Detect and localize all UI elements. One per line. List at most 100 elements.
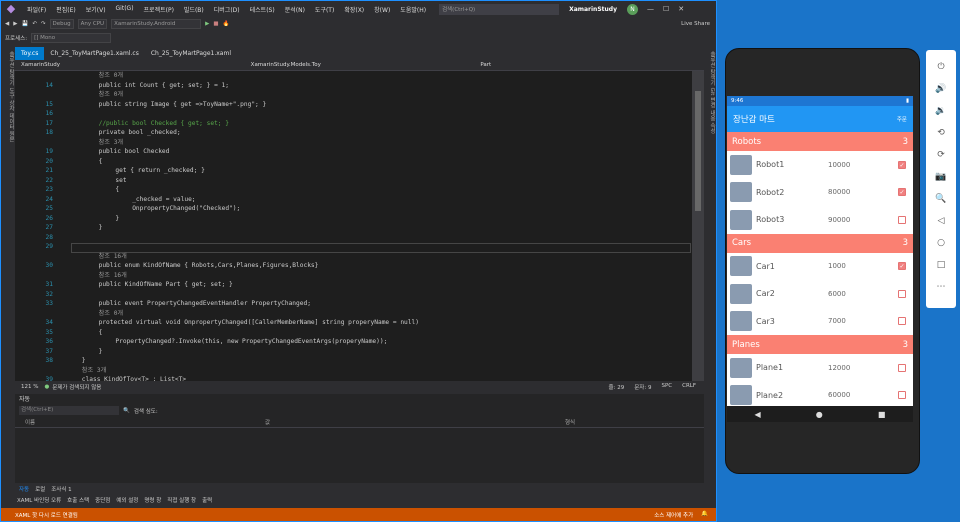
code-line[interactable]: 17 //public bool Checked { get; set; } (15, 119, 692, 129)
visual-studio-logo-icon[interactable]: ◆ (4, 2, 18, 16)
code-line[interactable]: 14 public int Count { get; set; } = 1; (15, 81, 692, 91)
code-text[interactable]: public KindOfName Part { get; set; } (99, 280, 233, 290)
code-text[interactable]: 참조 3개 (99, 138, 124, 148)
code-text[interactable]: set (115, 176, 126, 186)
bell-icon[interactable]: 🔔 (701, 511, 708, 519)
tool-window-tab[interactable]: 호출 스택 (67, 496, 89, 504)
volume-up-icon[interactable]: 🔊 (935, 78, 946, 100)
menu-item[interactable]: 보기(V) (81, 5, 111, 14)
tool-window-tab[interactable]: 직접 실행 창 (167, 496, 196, 504)
code-text[interactable]: public bool Checked (99, 147, 170, 157)
list-item[interactable]: Robot1 10000 ✓ (727, 151, 913, 179)
code-line[interactable]: 참조 3개 (15, 366, 692, 376)
menu-item[interactable]: 디버그(D) (209, 5, 245, 14)
overview-icon[interactable]: □ (937, 254, 946, 276)
order-button[interactable]: 주문 (897, 115, 907, 123)
code-text[interactable]: 참조 16개 (99, 252, 127, 262)
more-icon[interactable]: ⋯ (937, 276, 946, 298)
target-dropdown[interactable]: XamarinStudy.Android (111, 19, 202, 29)
scrollbar-thumb[interactable] (695, 91, 701, 211)
code-text[interactable]: public enum KindOfName { Robots,Cars,Pla… (99, 261, 319, 271)
toy-checkbox[interactable]: ✓ (898, 160, 906, 169)
nav-project[interactable]: XamarinStudy (15, 60, 245, 70)
menu-item[interactable]: 프로젝트(P) (139, 5, 179, 14)
menu-item[interactable]: 테스트(S) (245, 5, 280, 14)
menu-item[interactable]: 도구(T) (310, 5, 339, 14)
menu-item[interactable]: 분석(N) (280, 5, 310, 14)
search-icon[interactable]: 🔍 (123, 408, 130, 414)
tool-window-tab[interactable]: XAML 바인딩 오류 (17, 496, 61, 504)
code-line[interactable]: 32 (15, 290, 692, 300)
code-text[interactable]: { (115, 185, 119, 195)
undo-icon[interactable]: ↶ (32, 21, 37, 27)
document-tab[interactable]: Ch_25_ToyMartPage1.xaml.cs (44, 47, 145, 60)
stop-icon[interactable]: ■ (213, 21, 218, 27)
forward-icon[interactable]: ▶ (13, 21, 17, 27)
code-text[interactable]: private bool _checked; (99, 128, 181, 138)
maximize-icon[interactable]: ☐ (663, 5, 669, 13)
right-tool-strip[interactable]: 솔루션 탐색기 Git 변경 내용 속성 (704, 47, 716, 381)
back-icon[interactable]: ◀ (5, 21, 9, 27)
back-nav-icon[interactable]: ◀ (755, 410, 761, 419)
code-text[interactable]: 참조 0개 (99, 71, 124, 81)
code-line[interactable]: 34 protected virtual void OnpropertyChang… (15, 318, 692, 328)
menu-item[interactable]: 편집(E) (51, 5, 81, 14)
code-text[interactable]: public string Image { get =>ToyName+".pn… (99, 100, 267, 110)
hot-reload-icon[interactable]: 🔥 (223, 21, 230, 27)
code-line[interactable]: 참조 0개 (15, 309, 692, 319)
power-icon[interactable]: ⏻ (937, 56, 944, 78)
play-icon[interactable]: ▶ (205, 21, 209, 27)
code-line[interactable]: 참조 0개 (15, 71, 692, 81)
code-editor[interactable]: 참조 0개 14 public int Count { get; set; } = … (15, 71, 692, 381)
code-text[interactable]: 참조 0개 (99, 90, 124, 100)
code-line[interactable]: 35 { (15, 328, 692, 338)
zoom-icon[interactable]: 🔍 (935, 188, 946, 210)
code-line[interactable]: 31 public KindOfName Part { get; set; } (15, 280, 692, 290)
code-line[interactable]: 참조 16개 (15, 252, 692, 262)
code-line[interactable]: 29 (15, 242, 692, 252)
code-line[interactable]: 18 private bool _checked; (15, 128, 692, 138)
code-line[interactable]: 참조 0개 (15, 90, 692, 100)
code-line[interactable]: 16 (15, 109, 692, 119)
tool-window-tab[interactable]: 중단점 (95, 496, 110, 504)
home-icon[interactable]: ○ (937, 232, 945, 254)
code-text[interactable]: } (99, 223, 103, 233)
code-text[interactable]: 참조 0개 (99, 309, 124, 319)
list-item[interactable]: Plane2 60000 (727, 382, 913, 407)
toy-checkbox[interactable]: ✓ (898, 262, 906, 271)
code-line[interactable]: 25 OnpropertyChanged("Checked"); (15, 204, 692, 214)
code-line[interactable]: 참조 16개 (15, 271, 692, 281)
code-line[interactable]: 23 { (15, 185, 692, 195)
spacing-mode[interactable]: SPC (661, 383, 672, 391)
col-type[interactable]: 형식 (555, 418, 575, 427)
col-value[interactable]: 값 (255, 418, 555, 427)
code-line[interactable]: 22 set (15, 176, 692, 186)
save-icon[interactable]: 💾 (21, 21, 28, 27)
recents-nav-icon[interactable]: ■ (878, 410, 886, 419)
code-line[interactable]: 28 (15, 233, 692, 243)
code-text[interactable]: protected virtual void OnpropertyChanged… (99, 318, 419, 328)
toy-list[interactable]: Robots 3 Robot1 10000 ✓ Robot2 80000 ✓ Robot3 900… (727, 132, 913, 406)
code-line[interactable]: 27} (15, 223, 692, 233)
toy-checkbox[interactable] (898, 391, 906, 400)
process-dropdown[interactable]: [] Mono (31, 32, 112, 43)
menu-item[interactable]: 확장(X) (339, 5, 369, 14)
code-line[interactable]: 38} (15, 356, 692, 366)
camera-icon[interactable]: 📷 (935, 166, 946, 188)
document-tab[interactable]: Ch_25_ToyMartPage1.xaml (145, 47, 237, 60)
source-control-button[interactable]: 소스 제어에 추가 (654, 511, 693, 519)
zoom-level[interactable]: 121 % (15, 384, 44, 390)
close-icon[interactable]: ✕ (678, 5, 684, 13)
code-line[interactable]: 33 public event PropertyChangedEventHandl… (15, 299, 692, 309)
list-item[interactable]: Car3 7000 (727, 308, 913, 336)
code-line[interactable]: 참조 3개 (15, 138, 692, 148)
avatar[interactable]: N (627, 3, 638, 15)
code-line[interactable]: 24 _checked = value; (15, 195, 692, 205)
menu-item[interactable]: 파일(F) (22, 5, 51, 14)
menu-item[interactable]: Git(G) (111, 5, 139, 14)
list-item[interactable]: Robot2 80000 ✓ (727, 179, 913, 207)
toy-checkbox[interactable] (898, 215, 906, 224)
menu-item[interactable]: 창(W) (369, 5, 395, 14)
rotate-left-icon[interactable]: ⟲ (937, 122, 945, 144)
code-text[interactable]: 참조 3개 (82, 366, 107, 376)
